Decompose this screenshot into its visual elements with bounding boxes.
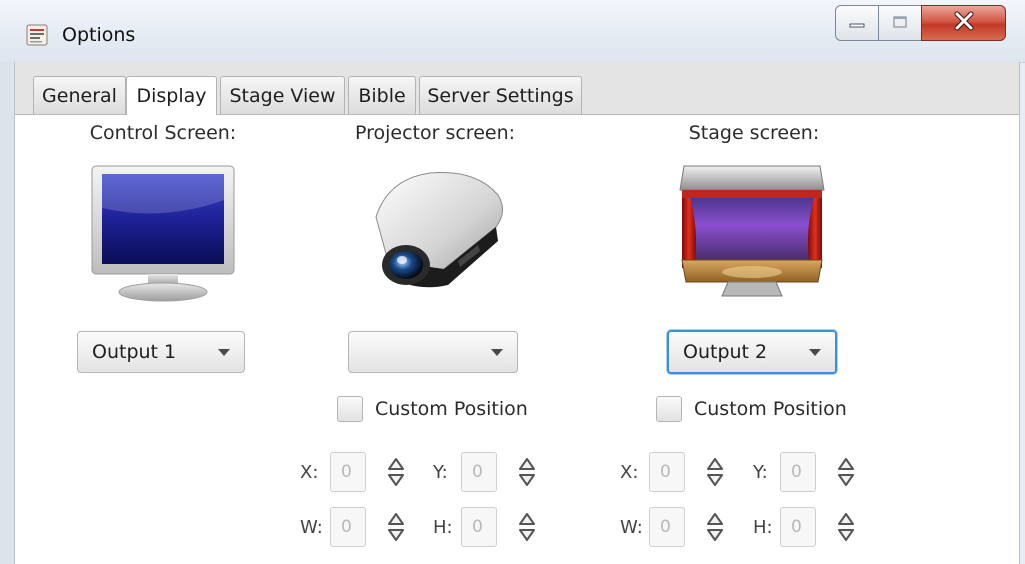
tab-server-settings[interactable]: Server Settings [419,76,582,114]
projector-h-stepper-icon[interactable] [516,507,538,547]
control-output-value: Output 1 [92,341,177,363]
tab-strip: General Display Stage View Bible Server … [15,62,1019,115]
projector-custom-position-label: Custom Position [375,398,528,420]
control-screen-label: Control Screen: [89,122,237,144]
options-window: Options General Display Stage View Bible… [0,0,1025,564]
theater-stage-icon [678,160,826,308]
tab-general[interactable]: General [33,76,126,114]
stage-h-stepper-icon[interactable] [835,507,857,547]
stage-custom-position[interactable]: Custom Position [656,396,847,422]
tab-display[interactable]: Display [126,76,217,115]
tab-general-label: General [42,84,117,107]
chevron-down-icon [218,349,230,356]
minimize-icon [848,14,866,33]
title-bar[interactable]: Options [0,0,1025,63]
stage-y-label: Y: [753,462,768,483]
projector-x-field[interactable]: 0 [330,452,366,492]
stage-w-stepper-icon[interactable] [704,507,726,547]
maximize-icon [892,14,908,33]
tab-server-settings-label: Server Settings [427,84,574,107]
stage-y-field[interactable]: 0 [780,452,816,492]
window-frame-left [0,62,14,564]
stage-custom-position-checkbox[interactable] [656,396,682,422]
stage-w-label: W: [620,517,643,538]
stage-output-value: Output 2 [683,341,768,363]
stage-w-field[interactable]: 0 [649,507,685,547]
maximize-button[interactable] [878,5,922,41]
chevron-down-icon [491,349,503,356]
chevron-down-icon [809,349,821,356]
projector-x-stepper-icon[interactable] [385,452,407,492]
stage-y-stepper-icon[interactable] [835,452,857,492]
projector-icon [358,165,508,295]
close-button[interactable] [921,5,1006,41]
projector-y-stepper-icon[interactable] [516,452,538,492]
projector-screen-label: Projector screen: [354,122,516,144]
tab-display-label: Display [136,85,207,107]
stage-x-label: X: [620,462,639,483]
projector-w-stepper-icon[interactable] [385,507,407,547]
close-icon [953,11,975,35]
control-output-select[interactable]: Output 1 [77,331,245,373]
projector-custom-position-checkbox[interactable] [337,396,363,422]
minimize-button[interactable] [835,5,879,41]
projector-output-select[interactable] [348,331,518,373]
projector-x-label: X: [300,462,319,483]
projector-y-label: Y: [433,462,448,483]
stage-x-field[interactable]: 0 [649,452,685,492]
stage-h-label: H: [753,517,773,538]
stage-x-stepper-icon[interactable] [704,452,726,492]
stage-h-field[interactable]: 0 [780,507,816,547]
projector-custom-position[interactable]: Custom Position [337,396,528,422]
projector-w-label: W: [300,517,323,538]
tab-stage-view[interactable]: Stage View [220,76,345,114]
window-title: Options [62,24,136,46]
options-app-icon [26,24,48,46]
stage-output-select[interactable]: Output 2 [667,330,837,374]
monitor-icon [88,160,238,305]
projector-h-label: H: [433,517,453,538]
projector-y-field[interactable]: 0 [461,452,497,492]
tab-stage-view-label: Stage View [229,84,336,107]
stage-custom-position-label: Custom Position [694,398,847,420]
projector-h-field[interactable]: 0 [461,507,497,547]
stage-screen-label: Stage screen: [688,122,820,144]
projector-w-field[interactable]: 0 [330,507,366,547]
tab-bible-label: Bible [358,84,406,107]
tab-bible[interactable]: Bible [348,76,416,114]
